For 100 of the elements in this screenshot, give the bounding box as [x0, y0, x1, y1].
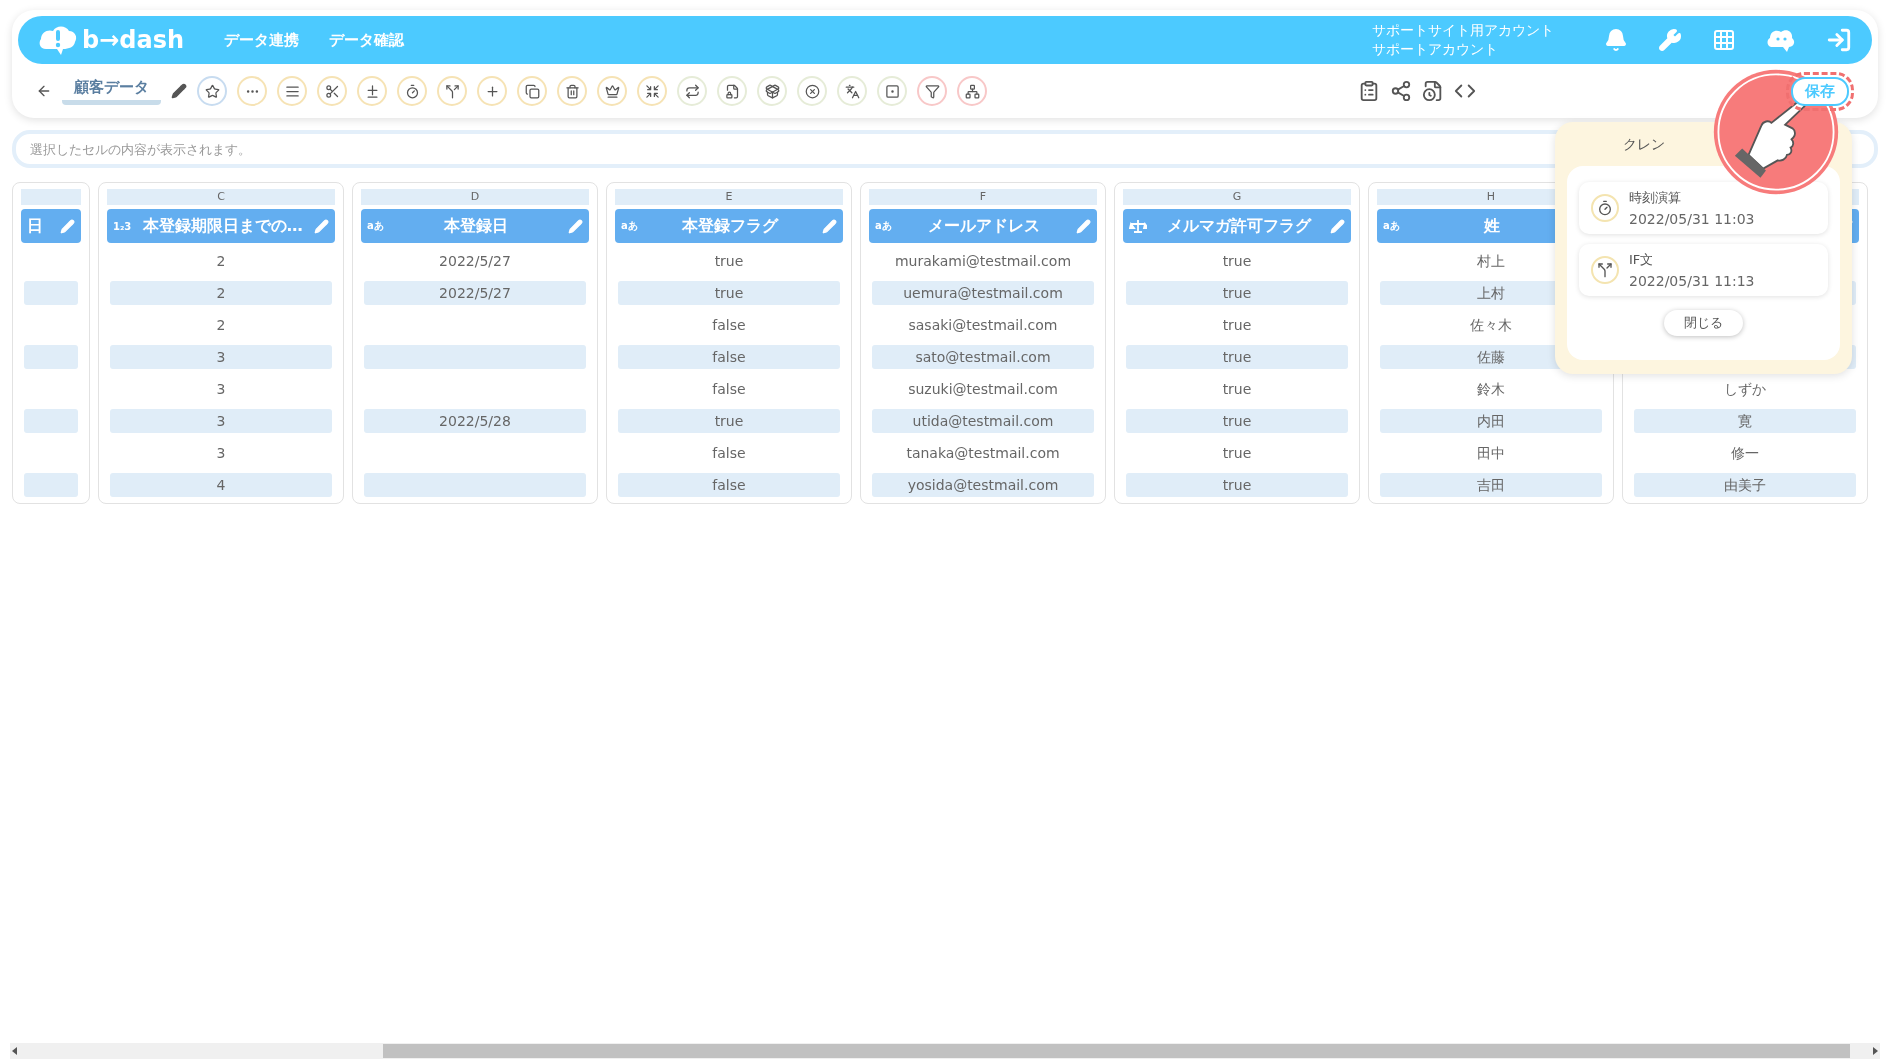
table-cell: 2022/5/28 — [364, 409, 586, 433]
table-cell-text: true — [1221, 252, 1253, 271]
table-cell-text: 村上 — [1476, 252, 1506, 271]
table-cell: true — [1126, 281, 1348, 305]
table-cell-text: 3 — [215, 380, 227, 399]
file-refresh-icon[interactable] — [1422, 80, 1444, 102]
clipboard-icon[interactable] — [1358, 80, 1380, 102]
table-cell: false — [618, 345, 840, 369]
table-cell: 2 — [110, 281, 332, 305]
table-cell: sato@testmail.com — [872, 345, 1094, 369]
table-cell — [24, 409, 78, 433]
table-cell-text: suzuki@testmail.com — [907, 380, 1059, 399]
history-name: 時刻演算 — [1629, 189, 1682, 207]
table-cell-text: true — [1221, 380, 1253, 399]
table-cell-text: 2 — [215, 316, 227, 335]
table-cell: true — [1126, 345, 1348, 369]
table-cell — [24, 281, 78, 305]
repeat-icon[interactable] — [677, 76, 707, 106]
column-letter: D — [361, 189, 589, 205]
table-cell-text: false — [711, 444, 747, 463]
table-cell: 3 — [110, 409, 332, 433]
table-cell: 4 — [110, 473, 332, 497]
column-letter: G — [1123, 189, 1351, 205]
column-title: メールアドレス — [926, 215, 1041, 237]
crown-icon[interactable] — [597, 76, 627, 106]
table-cell: 2022/5/27 — [364, 281, 586, 305]
table-cell-text: tanaka@testmail.com — [905, 444, 1061, 463]
table-cell-text: murakami@testmail.com — [893, 252, 1072, 271]
column-header[interactable]: メルマガ許可フラグ — [1123, 209, 1351, 243]
table-cell-text: true — [1221, 316, 1253, 335]
filter-icon[interactable] — [917, 76, 947, 106]
pencil-icon[interactable] — [171, 83, 187, 99]
table-cell-text: しずか — [1723, 380, 1767, 399]
copy-icon[interactable] — [517, 76, 547, 106]
table-cell: 由美子 — [1634, 473, 1856, 497]
table-cell: false — [618, 473, 840, 497]
save-button[interactable]: 保存 — [1791, 76, 1849, 106]
close-button[interactable]: 閉じる — [1664, 310, 1743, 336]
table-cell: 寛 — [1634, 409, 1856, 433]
table-cell — [24, 345, 78, 369]
column-title: 本登録日 — [442, 215, 509, 237]
table-cell: yosida@testmail.com — [872, 473, 1094, 497]
table-cell-text: sasaki@testmail.com — [907, 316, 1059, 335]
text-type-label: aあ — [875, 219, 892, 233]
number-type-label: 1₂3 — [113, 220, 132, 232]
timer-icon[interactable] — [397, 76, 427, 106]
trash-icon[interactable] — [557, 76, 587, 106]
column-letter — [21, 189, 81, 205]
scroll-left-icon[interactable] — [10, 1046, 20, 1056]
column-title: メルマガ許可フラグ — [1165, 215, 1313, 237]
timer-icon — [1591, 194, 1619, 222]
table-cell-text: 佐々木 — [1469, 316, 1513, 335]
column-title: 姓 — [1482, 215, 1501, 237]
column-header[interactable]: 1₂3 本登録期限日までの… — [107, 209, 335, 243]
lock-file-icon[interactable] — [717, 76, 747, 106]
nav-link[interactable]: データ確認 — [329, 30, 405, 50]
column-header[interactable]: aあ 本登録日 — [361, 209, 589, 243]
table-cell-text: true — [713, 252, 745, 271]
table-cell-text: 2022/5/27 — [438, 252, 512, 271]
shrink-icon[interactable] — [637, 76, 667, 106]
table-cell: true — [618, 281, 840, 305]
table-cell-text: 田中 — [1476, 444, 1506, 463]
history-name: IF文 — [1629, 251, 1655, 269]
table-cell: uemura@testmail.com — [872, 281, 1094, 305]
account-name: サポートサイト用アカウント — [1372, 21, 1554, 40]
share-icon[interactable] — [1390, 80, 1412, 102]
calculator-icon[interactable] — [357, 76, 387, 106]
table-cell: 3 — [110, 345, 332, 369]
table-cell — [24, 473, 78, 497]
column-letter: C — [107, 189, 335, 205]
column-header[interactable]: 日 — [21, 209, 81, 243]
account-name: サポートアカウント — [1372, 40, 1499, 59]
scrollbar-thumb[interactable] — [383, 1044, 1850, 1058]
scissors-icon[interactable] — [317, 76, 347, 106]
table-cell-text: 3 — [215, 444, 227, 463]
table-cell-text: 修一 — [1730, 444, 1760, 463]
column-title: 本登録期限日までの… — [141, 215, 304, 237]
scroll-right-icon[interactable] — [1870, 1046, 1880, 1056]
popup-title: クレン — [1622, 136, 1665, 154]
table-cell: true — [1126, 409, 1348, 433]
table-cell: 吉田 — [1380, 473, 1602, 497]
column-header[interactable]: aあ メールアドレス — [869, 209, 1097, 243]
column-letter: F — [869, 189, 1097, 205]
history-time: 2022/05/31 11:03 — [1629, 211, 1755, 227]
branch-icon[interactable] — [437, 76, 467, 106]
sheet-title-tab[interactable]: 顧客データ — [62, 77, 161, 105]
branch-icon — [1591, 256, 1619, 284]
text-type-label: aあ — [1383, 219, 1400, 233]
network-icon[interactable] — [957, 76, 987, 106]
box-icon[interactable] — [757, 76, 787, 106]
nav-link[interactable]: データ連携 — [224, 30, 300, 50]
table-cell: true — [618, 409, 840, 433]
translate-icon[interactable] — [837, 76, 867, 106]
table-cell-text: 2 — [215, 252, 227, 271]
column-title: 日 — [27, 215, 44, 237]
column-header[interactable]: aあ 本登録フラグ — [615, 209, 843, 243]
cancel-icon[interactable] — [797, 76, 827, 106]
table-cell-text: false — [711, 380, 747, 399]
history-time: 2022/05/31 11:13 — [1629, 273, 1755, 289]
lines-icon[interactable] — [277, 76, 307, 106]
